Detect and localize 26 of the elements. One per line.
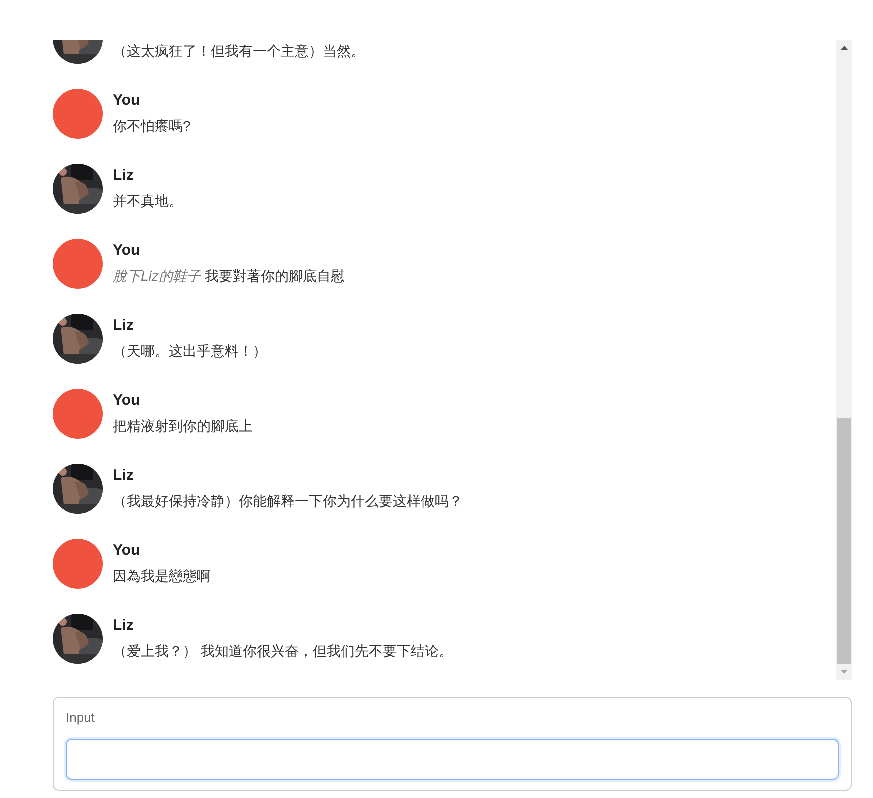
sender-name: Liz	[113, 317, 135, 335]
sender-name: You	[113, 392, 142, 410]
input-field[interactable]	[66, 738, 839, 780]
scroll-up-icon[interactable]	[840, 46, 848, 50]
message-text: 因為我是戀態啊	[113, 567, 211, 585]
sender-name: You	[113, 242, 142, 260]
sender-name: You	[113, 542, 142, 560]
message-text: （爱上我？） 我知道你很兴奋，但我们先不要下结论。	[113, 642, 453, 660]
avatar	[53, 239, 103, 289]
scroll-down-icon[interactable]	[840, 670, 848, 674]
scrollbar[interactable]	[836, 40, 852, 680]
message-text: 脫下Liz的鞋子 我要對著你的腳底自慰	[113, 267, 345, 285]
message-text: 并不真地。	[113, 192, 183, 210]
message-text: （天哪。这出乎意料！）	[113, 342, 267, 360]
sender-name: Liz	[113, 467, 135, 485]
message-text: 把精液射到你的腳底上	[113, 417, 253, 435]
message-text: （这太疯狂了！但我有一个主意）当然。	[113, 42, 365, 60]
sender-name: You	[113, 92, 142, 110]
message-text: （我最好保持冷静）你能解释一下你为什么要这样做吗？	[113, 492, 463, 510]
input-label: Input	[66, 709, 96, 727]
sender-name: Liz	[113, 167, 135, 185]
avatar	[53, 89, 103, 139]
sender-name: Liz	[113, 617, 135, 635]
message-text: 你不怕癢嗎?	[113, 117, 191, 135]
avatar	[53, 539, 103, 589]
avatar	[53, 389, 103, 439]
